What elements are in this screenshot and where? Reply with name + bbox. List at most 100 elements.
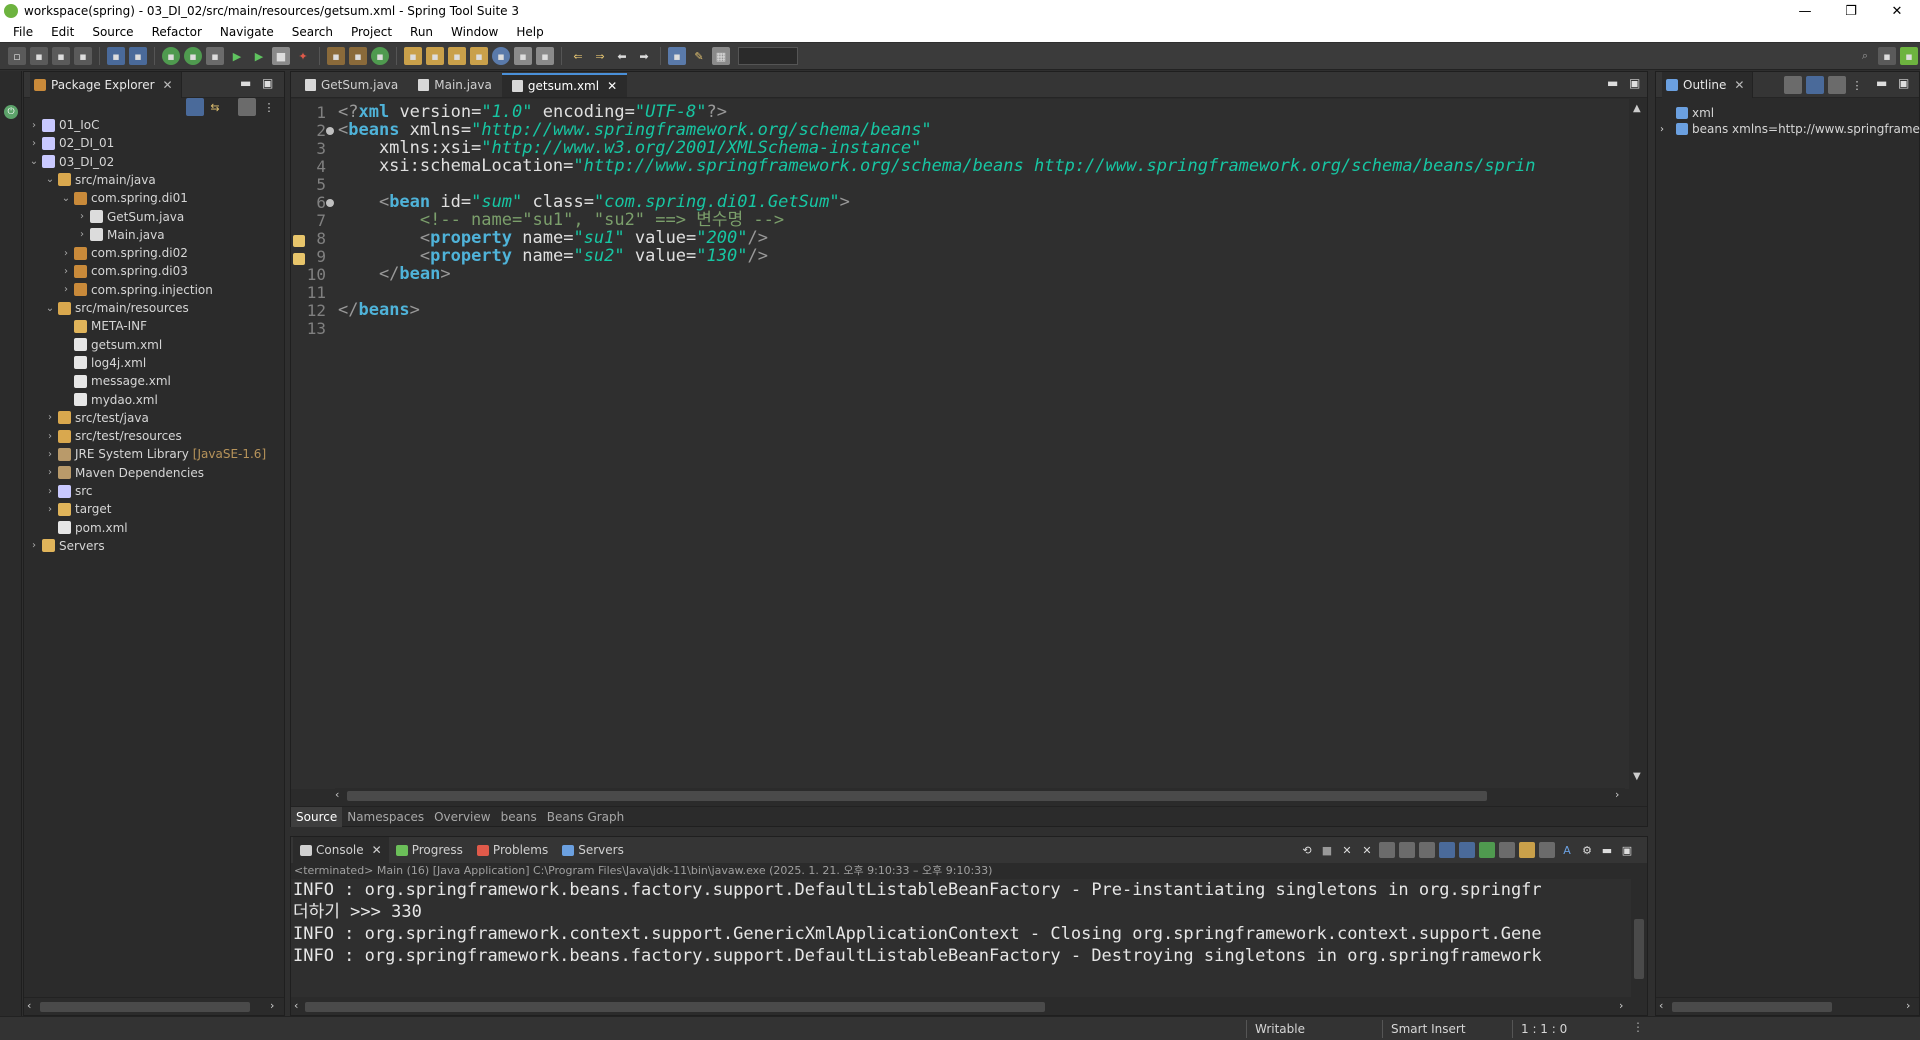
close-icon[interactable]: ✕ xyxy=(1734,78,1744,92)
editor-horizontal-scrollbar[interactable]: ‹ › xyxy=(335,788,1625,804)
twisty-icon[interactable]: ⌄ xyxy=(60,193,72,204)
print-icon[interactable]: ▪ xyxy=(74,47,92,65)
open-task-icon[interactable]: ▪ xyxy=(426,47,444,65)
scrollbar-thumb[interactable] xyxy=(1634,919,1644,979)
menu-file[interactable]: File xyxy=(4,25,42,39)
copy-icon[interactable] xyxy=(1539,842,1555,858)
save-all-icon[interactable]: ▪ xyxy=(52,47,70,65)
tree-item[interactable]: › JRE System Library [JavaSE-1.6] xyxy=(44,445,266,463)
twisty-icon[interactable]: › xyxy=(44,486,56,497)
coverage-icon[interactable]: ▶ xyxy=(250,47,268,65)
tree-item[interactable]: › 01_IoC xyxy=(28,116,100,134)
editor-vertical-scrollbar[interactable]: ▲ ▼ xyxy=(1629,99,1647,789)
link-with-editor-icon[interactable]: ⇆ xyxy=(206,98,224,116)
minimize-editor-icon[interactable]: ▬ xyxy=(1607,76,1618,90)
back-forward-icon[interactable]: ⇒ xyxy=(591,47,609,65)
clear-console-icon[interactable] xyxy=(1379,842,1395,858)
menu-window[interactable]: Window xyxy=(442,25,507,39)
filter-icon[interactable] xyxy=(238,98,256,116)
show-on-stdout-icon[interactable] xyxy=(1439,842,1455,858)
tree-item[interactable]: META-INF xyxy=(60,317,147,335)
tree-item[interactable]: › com.spring.injection xyxy=(60,281,213,299)
terminal-icon[interactable]: ▪ xyxy=(107,47,125,65)
editor-tab[interactable]: getsum.xml ✕ xyxy=(501,73,628,97)
open-type-icon[interactable]: ▪ xyxy=(404,47,422,65)
tree-item[interactable]: › GetSum.java xyxy=(76,208,184,226)
collapse-all-icon[interactable] xyxy=(1806,76,1824,94)
menu-project[interactable]: Project xyxy=(342,25,401,39)
globe-icon[interactable]: ▪ xyxy=(492,47,510,65)
twisty-icon[interactable]: › xyxy=(28,138,40,149)
tree-item[interactable]: ⌄ src/main/resources xyxy=(44,299,189,317)
explorer-horizontal-scrollbar[interactable]: ‹ › xyxy=(24,997,284,1015)
editor-page-tab[interactable]: Source xyxy=(291,806,343,827)
toolbar-combo[interactable] xyxy=(738,47,798,65)
external-tools-icon[interactable]: ✦ xyxy=(294,47,312,65)
menu-refactor[interactable]: Refactor xyxy=(143,25,211,39)
scroll-left-icon[interactable]: ‹ xyxy=(27,999,31,1012)
scroll-right-icon[interactable]: › xyxy=(1615,788,1619,801)
scroll-lock-icon[interactable] xyxy=(1399,842,1415,858)
status-menu-icon[interactable]: ⋮ xyxy=(1632,1020,1644,1034)
search-icon[interactable]: ▪ xyxy=(448,47,466,65)
new-icon[interactable]: ▫ xyxy=(8,47,26,65)
tree-item[interactable]: pom.xml xyxy=(44,519,128,537)
tree-item[interactable]: › com.spring.di03 xyxy=(60,262,188,280)
tree-item[interactable]: ⌄ src/main/java xyxy=(44,171,156,189)
boot-dashboard-icon[interactable]: ⏻ xyxy=(4,105,18,119)
tree-item[interactable]: › Maven Dependencies xyxy=(44,464,204,482)
tree-item[interactable]: ⌄ com.spring.di01 xyxy=(60,189,188,207)
editor-page-tab[interactable]: beans xyxy=(496,810,542,824)
skip-breakpoints-icon[interactable]: ▪ xyxy=(129,47,147,65)
minimize-button[interactable]: — xyxy=(1782,0,1828,22)
tree-item[interactable]: message.xml xyxy=(60,372,171,390)
run-icon[interactable]: ▶ xyxy=(228,47,246,65)
restore-button[interactable]: ❐ xyxy=(1828,0,1874,22)
tab-package-explorer[interactable]: Package Explorer ✕ xyxy=(30,71,182,98)
pencil-icon[interactable]: ✎ xyxy=(690,47,708,65)
maximize-view-icon[interactable]: ▣ xyxy=(262,76,273,90)
twisty-icon[interactable]: ⌄ xyxy=(28,156,40,167)
word-wrap-icon[interactable] xyxy=(1419,842,1435,858)
scroll-up-icon[interactable]: ▲ xyxy=(1633,103,1641,114)
display-selected-console-icon[interactable] xyxy=(1479,842,1495,858)
back-arrow-icon[interactable]: ⬅ xyxy=(613,47,631,65)
new-console-icon[interactable] xyxy=(1519,842,1535,858)
tree-item[interactable]: › target xyxy=(44,500,112,518)
editor-page-tab[interactable]: Beans Graph xyxy=(542,810,629,824)
tab-outline[interactable]: Outline ✕ xyxy=(1662,71,1754,98)
twisty-icon[interactable]: › xyxy=(60,248,72,259)
view-menu-icon[interactable]: ⋮ xyxy=(1848,76,1866,94)
save-icon[interactable]: ▪ xyxy=(30,47,48,65)
tree-item[interactable]: › Main.java xyxy=(76,226,165,244)
tree-item[interactable]: › src/test/java xyxy=(44,409,149,427)
tree-item[interactable]: › src/test/resources xyxy=(44,427,182,445)
spring-boot-icon[interactable]: ▪ xyxy=(162,47,180,65)
scrollbar-thumb[interactable] xyxy=(347,791,1487,801)
twisty-icon[interactable]: › xyxy=(28,540,40,551)
minimize-view-icon[interactable]: ▬ xyxy=(1876,76,1887,90)
view-menu-icon[interactable]: ⋮ xyxy=(260,98,278,116)
pin-console-icon[interactable]: ⟲ xyxy=(1299,842,1315,858)
tree-item[interactable]: mydao.xml xyxy=(60,391,158,409)
maximize-view-icon[interactable]: ▣ xyxy=(1898,76,1909,90)
new-class-icon[interactable]: ▪ xyxy=(371,47,389,65)
close-window-button[interactable]: ✕ xyxy=(1874,0,1920,22)
terminate-icon[interactable]: ■ xyxy=(1319,842,1335,858)
menu-navigate[interactable]: Navigate xyxy=(211,25,283,39)
tab-console[interactable]: Console ✕ xyxy=(293,837,389,863)
scroll-down-icon[interactable]: ▼ xyxy=(1633,771,1641,782)
menu-source[interactable]: Source xyxy=(83,25,142,39)
tree-item[interactable]: getsum.xml xyxy=(60,336,162,354)
fold-toggle-icon[interactable] xyxy=(326,127,334,135)
grid-icon[interactable]: ▦ xyxy=(712,47,730,65)
scroll-left-icon[interactable]: ‹ xyxy=(1659,999,1663,1012)
filter-icon[interactable] xyxy=(1828,76,1846,94)
annotation-icon[interactable]: ▪ xyxy=(514,47,532,65)
font-icon[interactable]: A xyxy=(1559,842,1575,858)
twisty-icon[interactable]: › xyxy=(60,284,72,295)
twisty-icon[interactable]: › xyxy=(44,412,56,423)
tab-servers[interactable]: Servers xyxy=(555,837,631,863)
menu-edit[interactable]: Edit xyxy=(42,25,83,39)
tree-item[interactable]: › src xyxy=(44,482,93,500)
